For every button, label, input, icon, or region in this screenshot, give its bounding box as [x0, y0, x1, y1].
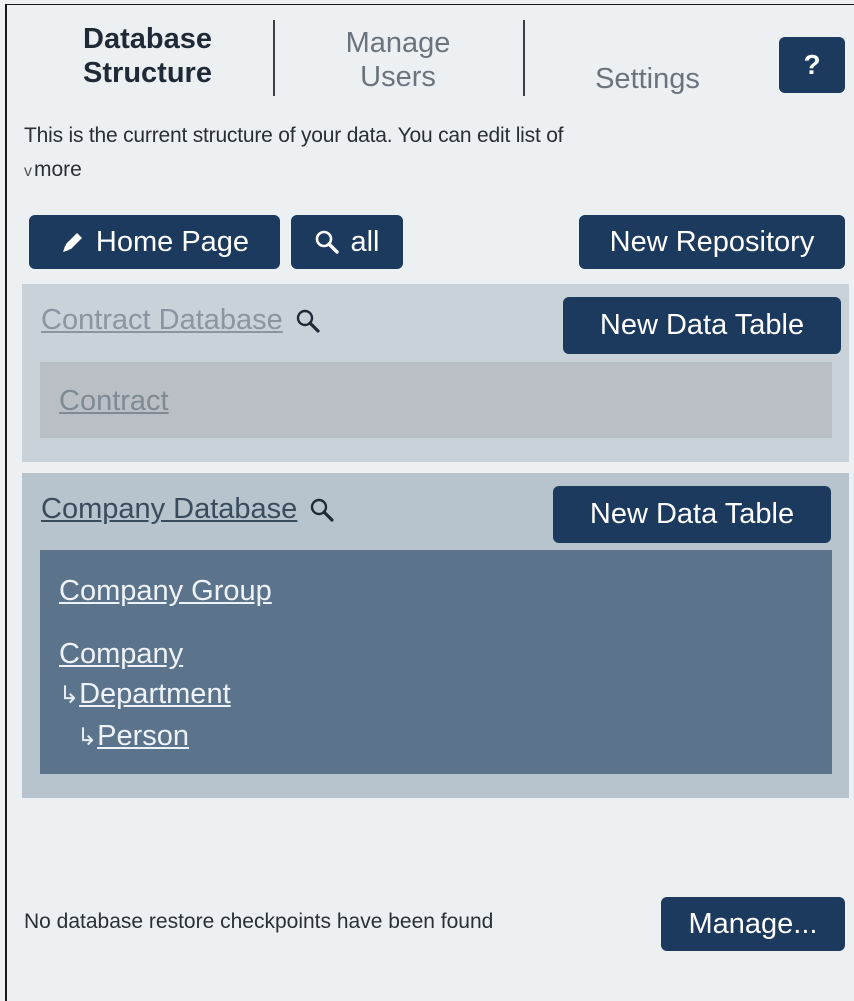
pencil-icon	[62, 233, 82, 252]
tab-database-structure[interactable]: Database Structure	[60, 22, 235, 90]
tree-arrow-icon: ↳	[59, 682, 80, 709]
tab-divider	[273, 20, 275, 96]
checkpoint-status-text: No database restore checkpoints have bee…	[24, 910, 494, 933]
search-icon[interactable]	[295, 308, 321, 334]
intro-text: This is the current structure of your da…	[24, 124, 564, 147]
database-link[interactable]: Company Database	[41, 493, 335, 526]
tab-divider	[523, 20, 525, 96]
table-link-company[interactable]: Company	[59, 638, 183, 671]
tab-label-line2: Users	[360, 61, 436, 93]
help-button[interactable]: ?	[779, 37, 845, 93]
database-name: Company Database	[41, 493, 298, 525]
table-list: Company Group Company ↳ Department ↳ Per…	[40, 550, 832, 774]
table-link-department[interactable]: Department	[79, 678, 231, 711]
database-panel-company: Company Database New Data Table Company …	[22, 473, 849, 798]
table-link-contract[interactable]: Contract	[59, 385, 169, 418]
tab-label-line2: Structure	[83, 57, 212, 89]
search-icon	[316, 230, 340, 254]
chevron-down-icon: v	[24, 163, 32, 180]
home-page-button[interactable]: Home Page	[29, 215, 280, 269]
search-icon[interactable]	[309, 497, 335, 523]
tree-item-department: ↳ Department	[59, 678, 231, 711]
search-all-button[interactable]: all	[291, 215, 403, 269]
home-page-label: Home Page	[95, 225, 250, 258]
new-data-table-button[interactable]: New Data Table	[553, 486, 831, 543]
database-name: Contract Database	[41, 304, 283, 336]
table-link-person[interactable]: Person	[97, 720, 189, 753]
database-panel-contract: Contract Database New Data Table Contrac…	[22, 284, 849, 462]
search-all-label: all	[350, 225, 380, 258]
more-label: more	[34, 158, 82, 181]
tree-item-person: ↳ Person	[77, 720, 189, 753]
new-data-table-button[interactable]: New Data Table	[563, 297, 841, 354]
tab-label: Settings	[595, 63, 700, 95]
tab-manage-users[interactable]: Manage Users	[312, 26, 484, 94]
tree-arrow-icon: ↳	[77, 724, 98, 751]
tab-label-line1: Manage	[345, 27, 451, 59]
tab-label-line1: Database	[83, 23, 212, 55]
database-link[interactable]: Contract Database	[41, 304, 321, 337]
table-link-company-group[interactable]: Company Group	[59, 575, 272, 608]
manage-button[interactable]: Manage...	[661, 897, 845, 951]
table-list: Contract	[40, 362, 832, 438]
tab-settings[interactable]: Settings	[560, 62, 735, 96]
more-link[interactable]: vmore	[24, 158, 82, 182]
new-repository-button[interactable]: New Repository	[579, 215, 845, 269]
